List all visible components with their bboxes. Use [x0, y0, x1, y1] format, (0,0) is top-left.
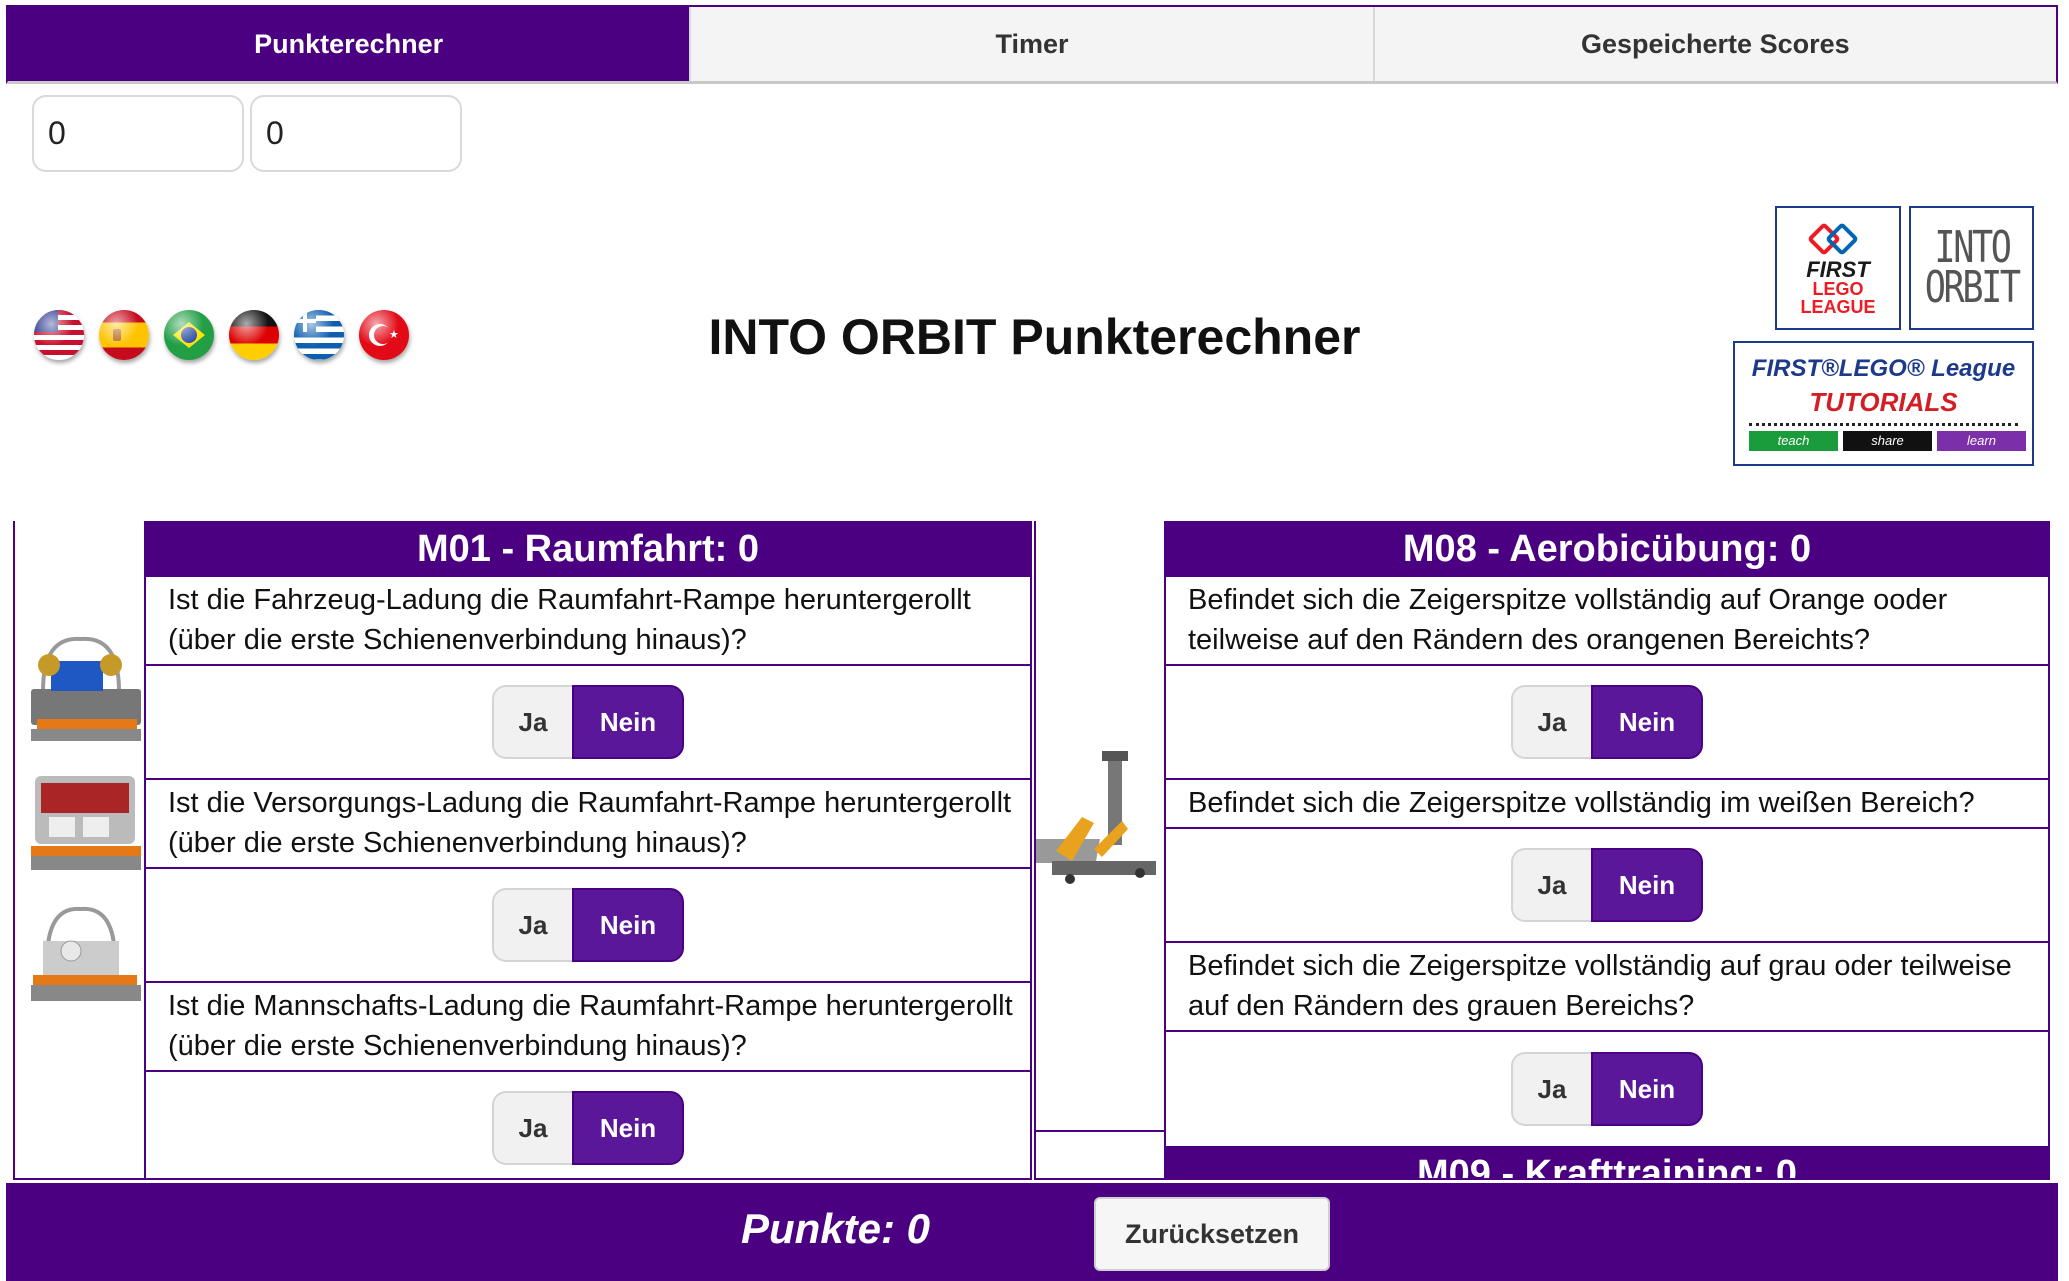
match-number-input[interactable]: [250, 95, 462, 172]
m08-q2-toggle-row: Ja Nein: [1166, 829, 2048, 943]
tab-gespeicherte-scores[interactable]: Gespeicherte Scores: [1374, 7, 2056, 81]
m01-q2-nein-button[interactable]: Nein: [572, 888, 684, 962]
tutorials-share: share: [1843, 431, 1932, 451]
tutorials-teach: teach: [1749, 431, 1838, 451]
m08-q2-ja-button[interactable]: Ja: [1511, 848, 1591, 922]
m01-payloads-illustration: [31, 636, 141, 1001]
m08-question-1: Befindet sich die Zeigerspitze vollständ…: [1166, 577, 2048, 666]
fll-logo-line1: FIRST: [1806, 256, 1870, 282]
m01-question-2: Ist die Versorgungs-Ladung die Raumfahrt…: [146, 780, 1030, 869]
m01-question-3: Ist die Mannschafts-Ladung die Raumfahrt…: [146, 983, 1030, 1072]
m08-q1-toggle-row: Ja Nein: [1166, 666, 2048, 780]
m01-header: M01 - Raumfahrt: 0: [146, 521, 1030, 577]
fll-emblem-icon: [1807, 221, 1868, 257]
m08-image: [1036, 521, 1166, 1178]
m08-q2-nein-button[interactable]: Nein: [1591, 848, 1703, 922]
m08-q3-ja-button[interactable]: Ja: [1511, 1052, 1591, 1126]
m08-q3-toggle-row: Ja Nein: [1166, 1032, 2048, 1146]
m08-header: M08 - Aerobicübung: 0: [1166, 521, 2048, 577]
mission-m01-panel: M01 - Raumfahrt: 0 Ist die Fahrzeug-Ladu…: [13, 521, 1032, 1180]
tutorials-learn: learn: [1937, 431, 2026, 451]
m08-aerobic-machine-illustration: [1036, 751, 1156, 884]
m01-question-1: Ist die Fahrzeug-Ladung die Raumfahrt-Ra…: [146, 577, 1030, 666]
mission-m08-panel: M08 - Aerobicübung: 0 Befindet sich die …: [1034, 521, 2050, 1180]
m01-q1-toggle-row: Ja Nein: [146, 666, 1030, 780]
m01-q3-ja-button[interactable]: Ja: [492, 1091, 572, 1165]
tutorials-logo-strip: teach share learn: [1749, 431, 2026, 451]
fll-logo-line2: LEGO: [1812, 278, 1864, 299]
tab-punkterechner[interactable]: Punkterechner: [8, 7, 692, 81]
m08-q1-ja-button[interactable]: Ja: [1511, 685, 1591, 759]
m01-q2-toggle-row: Ja Nein: [146, 869, 1030, 983]
m01-q3-nein-button[interactable]: Nein: [572, 1091, 684, 1165]
m08-question-3: Befindet sich die Zeigerspitze vollständ…: [1166, 943, 2048, 1032]
m08-q3-nein-button[interactable]: Nein: [1591, 1052, 1703, 1126]
m08-image-divider: [1036, 1130, 1164, 1132]
tutorials-logo-divider: [1749, 423, 2018, 426]
m09-header: M09 - Krafttraining: 0: [1166, 1146, 2048, 1178]
orbit-logo-line2: ORBIT: [1924, 262, 2021, 313]
m01-q3-toggle-row: Ja Nein: [146, 1072, 1030, 1178]
reset-button[interactable]: Zurücksetzen: [1094, 1197, 1330, 1271]
total-score: Punkte: 0: [741, 1205, 931, 1252]
tab-bar: Punkterechner Timer Gespeicherte Scores: [6, 5, 2058, 84]
team-number-input[interactable]: [32, 95, 244, 172]
tutorials-logo-line2: TUTORIALS: [1809, 387, 1958, 417]
m08-question-2: Befindet sich die Zeigerspitze vollständ…: [1166, 780, 2048, 829]
fll-tutorials-logo: FIRST®LEGO® League TUTORIALS teach share…: [1733, 341, 2034, 466]
m01-q1-ja-button[interactable]: Ja: [492, 685, 572, 759]
m01-image: [15, 521, 146, 1178]
m01-q2-ja-button[interactable]: Ja: [492, 888, 572, 962]
m01-q1-nein-button[interactable]: Nein: [572, 685, 684, 759]
tab-timer[interactable]: Timer: [691, 7, 1375, 81]
tutorials-logo-line1: FIRST®LEGO® League: [1751, 355, 2016, 382]
first-lego-league-logo: FIRST LEGO LEAGUE: [1775, 206, 1901, 330]
m08-q1-nein-button[interactable]: Nein: [1591, 685, 1703, 759]
fll-logo-line3: LEAGUE: [1800, 296, 1876, 317]
score-footer: Punkte: 0 Zurücksetzen: [6, 1183, 2058, 1281]
into-orbit-logo: INTO ORBIT: [1909, 206, 2034, 330]
